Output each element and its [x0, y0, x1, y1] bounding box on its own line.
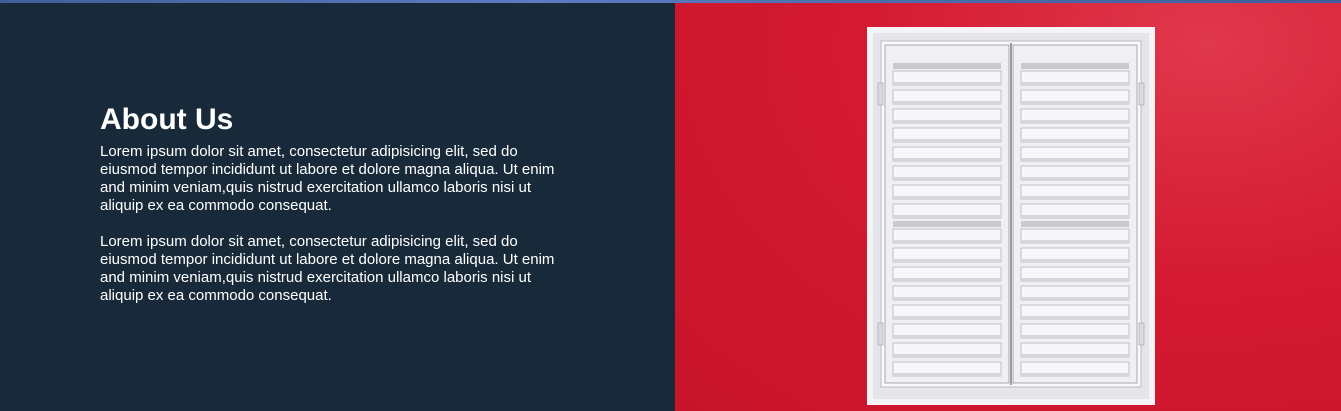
louver-slat-shadow [1021, 101, 1129, 104]
louver-slat-shadow [893, 278, 1001, 281]
louver-slat-shadow [893, 373, 1001, 376]
louver-slat-shadow [1021, 259, 1129, 262]
louver-slat-shadow [893, 259, 1001, 262]
louver-slat-shadow [1021, 278, 1129, 281]
louver-slat-shadow [1021, 158, 1129, 161]
shutter-window-illustration [867, 27, 1155, 405]
louver-slat-shadow [893, 240, 1001, 243]
louver-slat-shadow [893, 101, 1001, 104]
louver-slat-shadow [893, 297, 1001, 300]
about-paragraph-1: Lorem ipsum dolor sit amet, consectetur … [100, 143, 555, 214]
louver-slat-shadow [893, 316, 1001, 319]
about-title: About Us [100, 103, 234, 136]
louver-slat-shadow [893, 139, 1001, 142]
louver-slat-shadow [1021, 120, 1129, 123]
louver-slat-shadow [1021, 373, 1129, 376]
louver-slat-shadow [1021, 316, 1129, 319]
louver-slat-shadow [893, 335, 1001, 338]
louver-slat-shadow [893, 177, 1001, 180]
louver-slat-shadow [893, 120, 1001, 123]
louver-slat-shadow [1021, 215, 1129, 218]
louver-slat-shadow [1021, 82, 1129, 85]
about-text-content: About Us Lorem ipsum dolor sit amet, con… [100, 103, 560, 323]
louver-slat-shadow [1021, 196, 1129, 199]
louver-slat-shadow [893, 82, 1001, 85]
about-image [675, 3, 1341, 411]
louver-slat-shadow [1021, 139, 1129, 142]
louver-slat-shadow [893, 158, 1001, 161]
louver-slat-shadow [1021, 335, 1129, 338]
about-section: About Us Lorem ipsum dolor sit amet, con… [0, 3, 1341, 411]
louver-rail [893, 63, 1001, 69]
louver-slat-shadow [893, 354, 1001, 357]
louver-rail [1021, 221, 1129, 227]
about-paragraph-2: Lorem ipsum dolor sit amet, consectetur … [100, 233, 555, 304]
louver-slat-shadow [893, 196, 1001, 199]
louver-slat-shadow [893, 215, 1001, 218]
about-text-panel: About Us Lorem ipsum dolor sit amet, con… [0, 3, 675, 411]
louver-rail [893, 221, 1001, 227]
louver-slat-shadow [1021, 240, 1129, 243]
louver-slat-shadow [1021, 297, 1129, 300]
louver-rail [1021, 63, 1129, 69]
louver-slat-shadow [1021, 177, 1129, 180]
louver-slat-shadow [1021, 354, 1129, 357]
